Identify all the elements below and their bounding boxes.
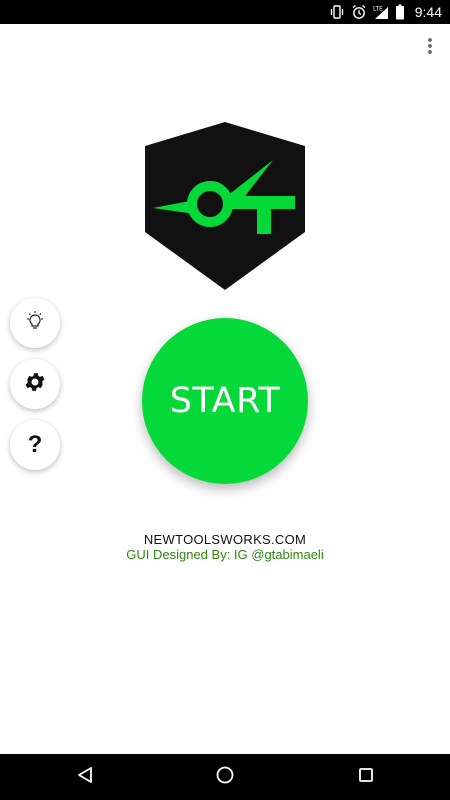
credits: NEWTOOLSWORKS.COM GUI Designed By: IG @g…	[0, 532, 450, 562]
nav-back-button[interactable]	[55, 754, 115, 800]
lte-label: LTE	[373, 6, 383, 13]
tips-button[interactable]	[10, 298, 60, 348]
help-button[interactable]: ?	[10, 420, 60, 470]
settings-button[interactable]	[10, 359, 60, 409]
back-icon	[76, 766, 94, 789]
vibrate-icon	[329, 4, 345, 20]
start-button[interactable]: START	[142, 318, 308, 484]
screen: LTE 9:44 ? START NEWTOOLSWORKS.COM GUI D…	[0, 0, 450, 800]
status-bar: LTE 9:44	[0, 0, 450, 24]
start-label: START	[169, 381, 281, 421]
gear-icon	[23, 370, 47, 399]
lte-signal-icon: LTE	[373, 4, 389, 20]
app-logo	[145, 122, 305, 292]
status-icons: LTE 9:44	[329, 0, 442, 24]
website-link[interactable]: NEWTOOLSWORKS.COM	[0, 532, 450, 547]
home-icon	[215, 765, 235, 790]
navigation-bar	[0, 754, 450, 800]
more-vert-icon	[427, 37, 433, 60]
status-time: 9:44	[414, 4, 442, 20]
nav-recents-button[interactable]	[336, 754, 396, 800]
battery-icon	[395, 4, 405, 20]
recents-icon	[357, 766, 375, 789]
designer-credit: GUI Designed By: IG @gtabimaeli	[126, 547, 324, 562]
overflow-menu-button[interactable]	[420, 37, 440, 60]
alarm-icon	[351, 4, 367, 20]
lightbulb-icon	[24, 310, 46, 337]
nav-home-button[interactable]	[195, 754, 255, 800]
question-icon: ?	[27, 431, 43, 458]
